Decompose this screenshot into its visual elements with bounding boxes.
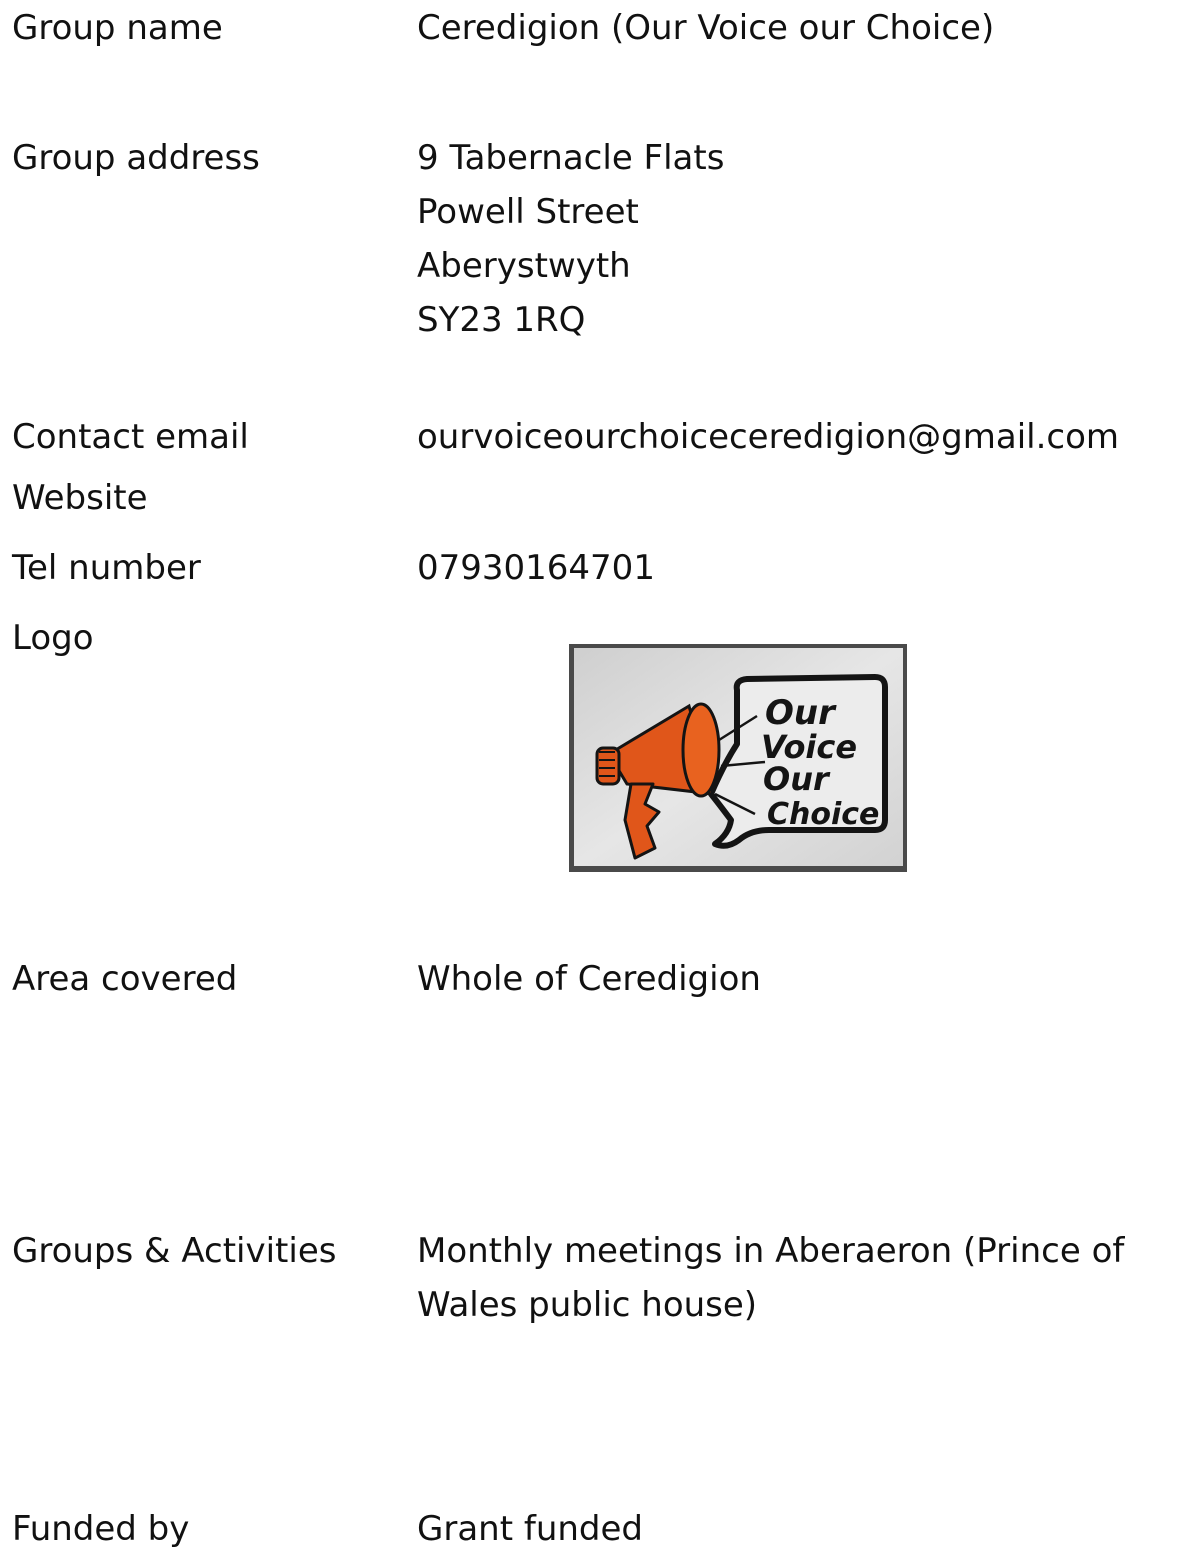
logo-text-line-4: Choice bbox=[767, 797, 879, 832]
tel-number-value: 07930164701 bbox=[417, 548, 655, 588]
group-logo: Our Voice Our Choice bbox=[569, 644, 907, 872]
group-address-value: 9 Tabernacle Flats Powell Street Aberyst… bbox=[417, 131, 724, 347]
megaphone-grip bbox=[595, 746, 621, 786]
website-label: Website bbox=[12, 478, 148, 518]
contact-email-value[interactable]: ourvoiceourchoiceceredigion@gmail.com bbox=[417, 410, 1119, 464]
area-covered-label: Area covered bbox=[12, 959, 238, 999]
contact-email-label: Contact email bbox=[12, 417, 249, 457]
funded-by-value: Grant funded bbox=[417, 1509, 643, 1549]
groups-activities-label: Groups & Activities bbox=[12, 1231, 337, 1271]
logo-text-line-1: Our bbox=[765, 693, 837, 733]
logo-image: Our Voice Our Choice bbox=[569, 644, 907, 872]
area-covered-value: Whole of Ceredigion bbox=[417, 959, 761, 999]
megaphone-bell bbox=[681, 702, 721, 798]
address-line-3: Aberystwyth bbox=[417, 246, 631, 286]
group-address-label: Group address bbox=[12, 138, 260, 178]
groups-activities-value: Monthly meetings in Aberaeron (Prince of… bbox=[417, 1231, 1125, 1325]
funded-by-label: Funded by bbox=[12, 1509, 190, 1549]
logo-text-line-3: Our bbox=[763, 760, 831, 798]
address-line-2: Powell Street bbox=[417, 192, 639, 232]
group-name-label: Group name bbox=[12, 8, 223, 48]
logo-label: Logo bbox=[12, 618, 94, 658]
group-name-value: Ceredigion (Our Voice our Choice) bbox=[417, 8, 995, 48]
tel-number-label: Tel number bbox=[12, 548, 201, 588]
address-line-4: SY23 1RQ bbox=[417, 300, 586, 340]
address-line-1: 9 Tabernacle Flats bbox=[417, 138, 725, 178]
